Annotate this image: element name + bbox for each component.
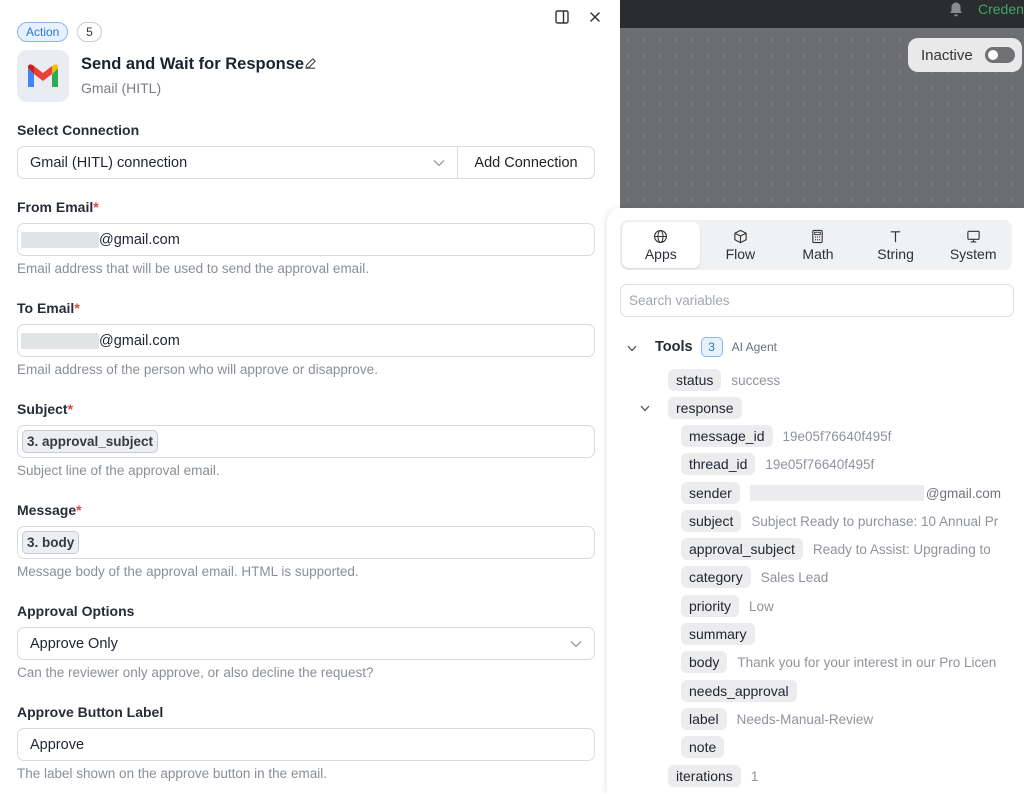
- variable-category[interactable]: category Sales Lead: [681, 566, 828, 588]
- approve-label-help: The label shown on the approve button in…: [17, 766, 327, 781]
- variable-priority[interactable]: priority Low: [681, 595, 774, 617]
- approve-label-label: Approve Button Label: [17, 704, 164, 720]
- redacted-text: [749, 485, 924, 501]
- approve-label-value: Approve: [30, 736, 85, 753]
- tab-flow[interactable]: Flow: [702, 220, 780, 270]
- credentials-link[interactable]: Credent: [978, 1, 1024, 17]
- to-email-help: Email address of the person who will app…: [17, 362, 378, 377]
- node-type-badge: Action: [17, 22, 69, 42]
- to-email-input[interactable]: @gmail.com: [17, 324, 595, 357]
- gmail-icon: [28, 64, 58, 87]
- chevron-down-icon: [433, 160, 445, 167]
- node-app-name: Gmail (HITL): [81, 80, 162, 96]
- variable-body[interactable]: body Thank you for your interest in our P…: [681, 651, 996, 673]
- message-input[interactable]: 3. body: [17, 526, 595, 559]
- from-email-value: @gmail.com: [99, 231, 180, 248]
- variable-chip[interactable]: 3. approval_subject: [22, 430, 159, 453]
- approval-options-help: Can the reviewer only approve, or also d…: [17, 665, 374, 680]
- cube-icon: [734, 229, 747, 243]
- variable-tabs: Apps Flow Math String System: [620, 220, 1012, 270]
- tools-group-label: Tools: [655, 339, 693, 355]
- chevron-down-icon: [570, 641, 582, 648]
- approval-options-value: Approve Only: [30, 635, 118, 652]
- to-email-label: To Email*: [17, 300, 80, 316]
- approve-label-input[interactable]: Approve: [17, 728, 595, 761]
- variable-subject[interactable]: subject Subject Ready to purchase: 10 Ann…: [681, 510, 998, 532]
- tools-group-header[interactable]: Tools 3 AI Agent: [655, 337, 777, 357]
- tab-label: System: [949, 245, 997, 262]
- text-icon: [890, 230, 901, 242]
- variable-iterations[interactable]: iterations 1: [668, 765, 758, 787]
- variables-panel: Apps Flow Math String System Search vari…: [607, 208, 1024, 794]
- node-config-panel: Action 5 Send and Wait for Response Gmai…: [0, 0, 620, 794]
- to-email-value: @gmail.com: [99, 332, 180, 349]
- subject-label: Subject*: [17, 401, 74, 417]
- redacted-text: [21, 332, 99, 349]
- connection-control: Gmail (HITL) connection Add Connection: [17, 146, 595, 179]
- tab-label: Apps: [644, 245, 677, 262]
- from-email-input[interactable]: @gmail.com: [17, 223, 595, 256]
- approval-options-label: Approval Options: [17, 603, 135, 619]
- variable-label[interactable]: label Needs-Manual-Review: [681, 708, 873, 730]
- connection-value: Gmail (HITL) connection: [30, 154, 188, 171]
- message-help: Message body of the approval email. HTML…: [17, 564, 359, 579]
- edit-pencil-icon[interactable]: [304, 57, 317, 70]
- bell-icon[interactable]: [947, 1, 965, 19]
- subject-help: Subject line of the approval email.: [17, 463, 220, 478]
- add-connection-button[interactable]: Add Connection: [457, 147, 594, 178]
- node-title: Send and Wait for Response: [81, 55, 305, 73]
- tools-source-label: AI Agent: [731, 340, 777, 354]
- tools-count-badge: 3: [700, 337, 723, 357]
- status-label: Inactive: [921, 46, 973, 64]
- variable-summary[interactable]: summary: [681, 623, 755, 645]
- calculator-icon: [812, 229, 824, 243]
- approval-options-select[interactable]: Approve Only: [17, 627, 595, 660]
- gmail-logo: [17, 50, 69, 102]
- from-email-label: From Email*: [17, 199, 99, 215]
- variable-status[interactable]: status success: [668, 369, 780, 391]
- tab-string[interactable]: String: [857, 220, 935, 270]
- from-email-help: Email address that will be used to send …: [17, 261, 369, 276]
- variable-response[interactable]: response: [668, 397, 742, 419]
- tab-apps[interactable]: Apps: [622, 222, 700, 268]
- monitor-icon: [966, 230, 980, 242]
- connection-label: Select Connection: [17, 122, 140, 138]
- subject-input[interactable]: 3. approval_subject: [17, 425, 595, 458]
- close-icon[interactable]: [587, 9, 603, 25]
- chevron-down-icon[interactable]: [627, 345, 637, 352]
- redacted-text: [21, 231, 99, 248]
- tab-label: Math: [802, 245, 834, 262]
- variable-needs-approval[interactable]: needs_approval: [681, 680, 797, 702]
- step-number-badge: 5: [77, 22, 102, 42]
- tab-label: String: [877, 245, 914, 262]
- tab-math[interactable]: Math: [779, 220, 857, 270]
- active-status-toggle[interactable]: Inactive: [908, 38, 1022, 72]
- chevron-down-icon[interactable]: [640, 405, 650, 412]
- variable-note[interactable]: note: [681, 736, 725, 758]
- variable-thread-id[interactable]: thread_id 19e05f76640f495f: [681, 453, 874, 475]
- variable-sender[interactable]: sender @gmail.com: [681, 482, 1001, 504]
- variable-approval-subject[interactable]: approval_subject Ready to Assist: Upgradi…: [681, 538, 991, 560]
- variable-chip[interactable]: 3. body: [22, 531, 80, 554]
- tab-system[interactable]: System: [934, 220, 1012, 270]
- message-label: Message*: [17, 502, 82, 518]
- connection-select[interactable]: Gmail (HITL) connection: [18, 147, 457, 178]
- tab-label: Flow: [725, 245, 756, 262]
- toggle-switch[interactable]: [984, 47, 1015, 63]
- search-variables-input[interactable]: Search variables: [620, 284, 1014, 317]
- split-panel-icon[interactable]: [554, 9, 570, 25]
- globe-icon: [654, 229, 668, 243]
- variable-message-id[interactable]: message_id 19e05f76640f495f: [681, 425, 891, 447]
